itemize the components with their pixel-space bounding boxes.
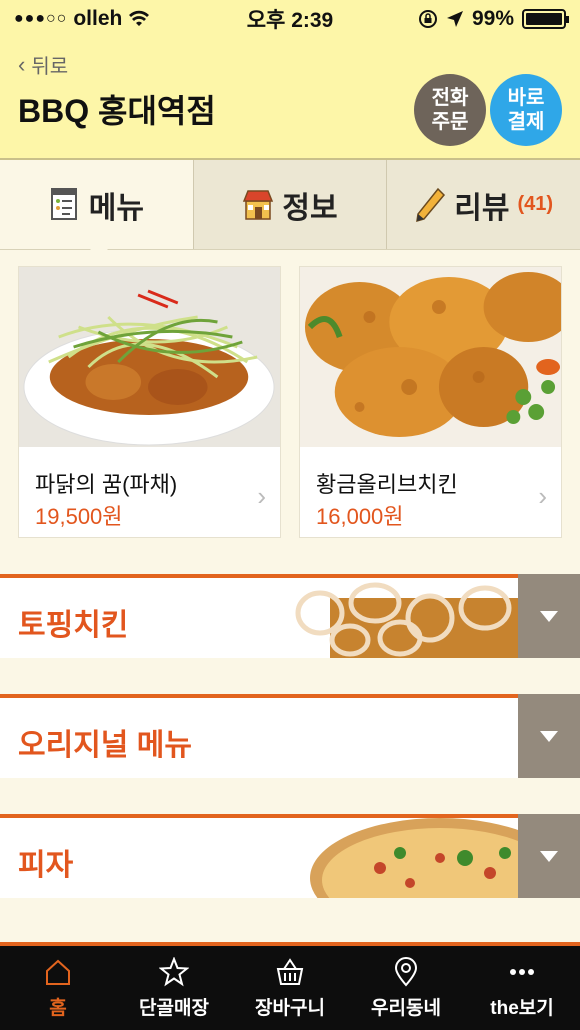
store-tabs: 메뉴 정보 리뷰 (41) [0,160,580,258]
tab-review-label: 리뷰 [454,191,510,225]
nav-cart[interactable]: 장바구니 [232,946,348,1030]
basket-icon [276,957,304,985]
location-pin-icon [394,956,418,987]
category-label: 오리지널 메뉴 [18,729,192,762]
expand-toggle[interactable] [518,814,580,898]
nav-home-label: 홈 [49,997,67,1019]
more-dots-icon [510,968,534,975]
battery-icon [522,9,569,29]
tab-review[interactable]: 리뷰 (41) [387,160,580,249]
category-topping-chicken[interactable]: 토핑치킨 [0,574,580,658]
category-label: 피자 [18,849,74,882]
product-image-olive-chicken [300,267,561,447]
product-name: 황금올리브치킨 [316,472,458,497]
status-bar: ●●●○○ olleh 오후 2:39 99% [0,0,580,38]
nav-neighborhood-label: 우리동네 [371,997,441,1019]
category-pizza[interactable]: 피자 [0,814,580,898]
home-icon [46,959,70,985]
category-image-onion-rings [290,578,518,658]
location-arrow-icon [446,11,463,27]
battery-percent: 99% [471,7,514,30]
back-label: 뒤로 [31,56,69,78]
nav-neighborhood[interactable]: 우리동네 [348,946,464,1030]
phone-order-line1: 전화 [431,87,469,109]
page-title: BBQ 홍대역점 [18,93,216,129]
store-icon [243,189,274,220]
product-price: 16,000원 [316,504,404,529]
chevron-left-icon: ‹ [18,51,26,77]
carrier-label: olleh [73,7,123,30]
expand-toggle[interactable] [518,694,580,778]
chevron-right-icon: › [538,481,547,511]
product-name: 파닭의 꿈(파채) [35,472,178,497]
wifi-icon [129,10,150,26]
rotation-lock-icon [418,10,437,28]
tab-menu[interactable]: 메뉴 [0,160,194,258]
star-icon [159,956,189,986]
featured-products: 파닭의 꿈(파채) 19,500원 › 황금올리브치킨 16,000원 › [18,266,562,538]
tab-menu-label: 메뉴 [88,191,144,225]
caret-down-icon [540,610,558,622]
nav-favorites-label: 단골매장 [139,997,209,1019]
signal-dots-icon: ●●●○○ [14,10,68,27]
product-price: 19,500원 [35,504,123,529]
pencil-icon [416,187,446,222]
menu-doc-icon [50,187,77,220]
expand-toggle[interactable] [518,574,580,658]
nav-favorites[interactable]: 단골매장 [116,946,232,1030]
phone-order-button[interactable]: 전화 주문 [414,74,486,146]
caret-down-icon [540,850,558,862]
nav-home[interactable]: 홈 [0,946,116,1030]
status-time: 오후 2:39 [246,9,334,32]
nav-more[interactable]: the보기 [464,946,580,1030]
nav-cart-label: 장바구니 [255,997,325,1019]
product-image-padak [19,267,280,447]
bottom-nav: 홈 단골매장 장바구니 우리동네 the보기 [0,942,580,1030]
caret-down-icon [540,730,558,742]
product-card[interactable]: 파닭의 꿈(파채) 19,500원 › [18,266,281,538]
phone-order-line2: 주문 [431,111,469,133]
nav-more-label: the보기 [490,997,554,1019]
direct-pay-button[interactable]: 바로 결제 [490,74,562,146]
back-button[interactable]: ‹ 뒤로 [18,50,68,79]
category-image-pizza [290,818,518,898]
direct-pay-line1: 바로 [507,87,545,109]
category-original-menu[interactable]: 오리지널 메뉴 [0,694,580,778]
tab-info-label: 정보 [282,191,338,225]
direct-pay-line2: 결제 [507,111,545,133]
store-header: ‹ 뒤로 BBQ 홍대역점 전화 주문 바로 결제 [0,38,580,160]
chevron-right-icon: › [257,481,266,511]
review-count: (41) [517,193,554,215]
category-label: 토핑치킨 [18,609,129,642]
product-card[interactable]: 황금올리브치킨 16,000원 › [299,266,562,538]
tab-info[interactable]: 정보 [193,160,388,249]
